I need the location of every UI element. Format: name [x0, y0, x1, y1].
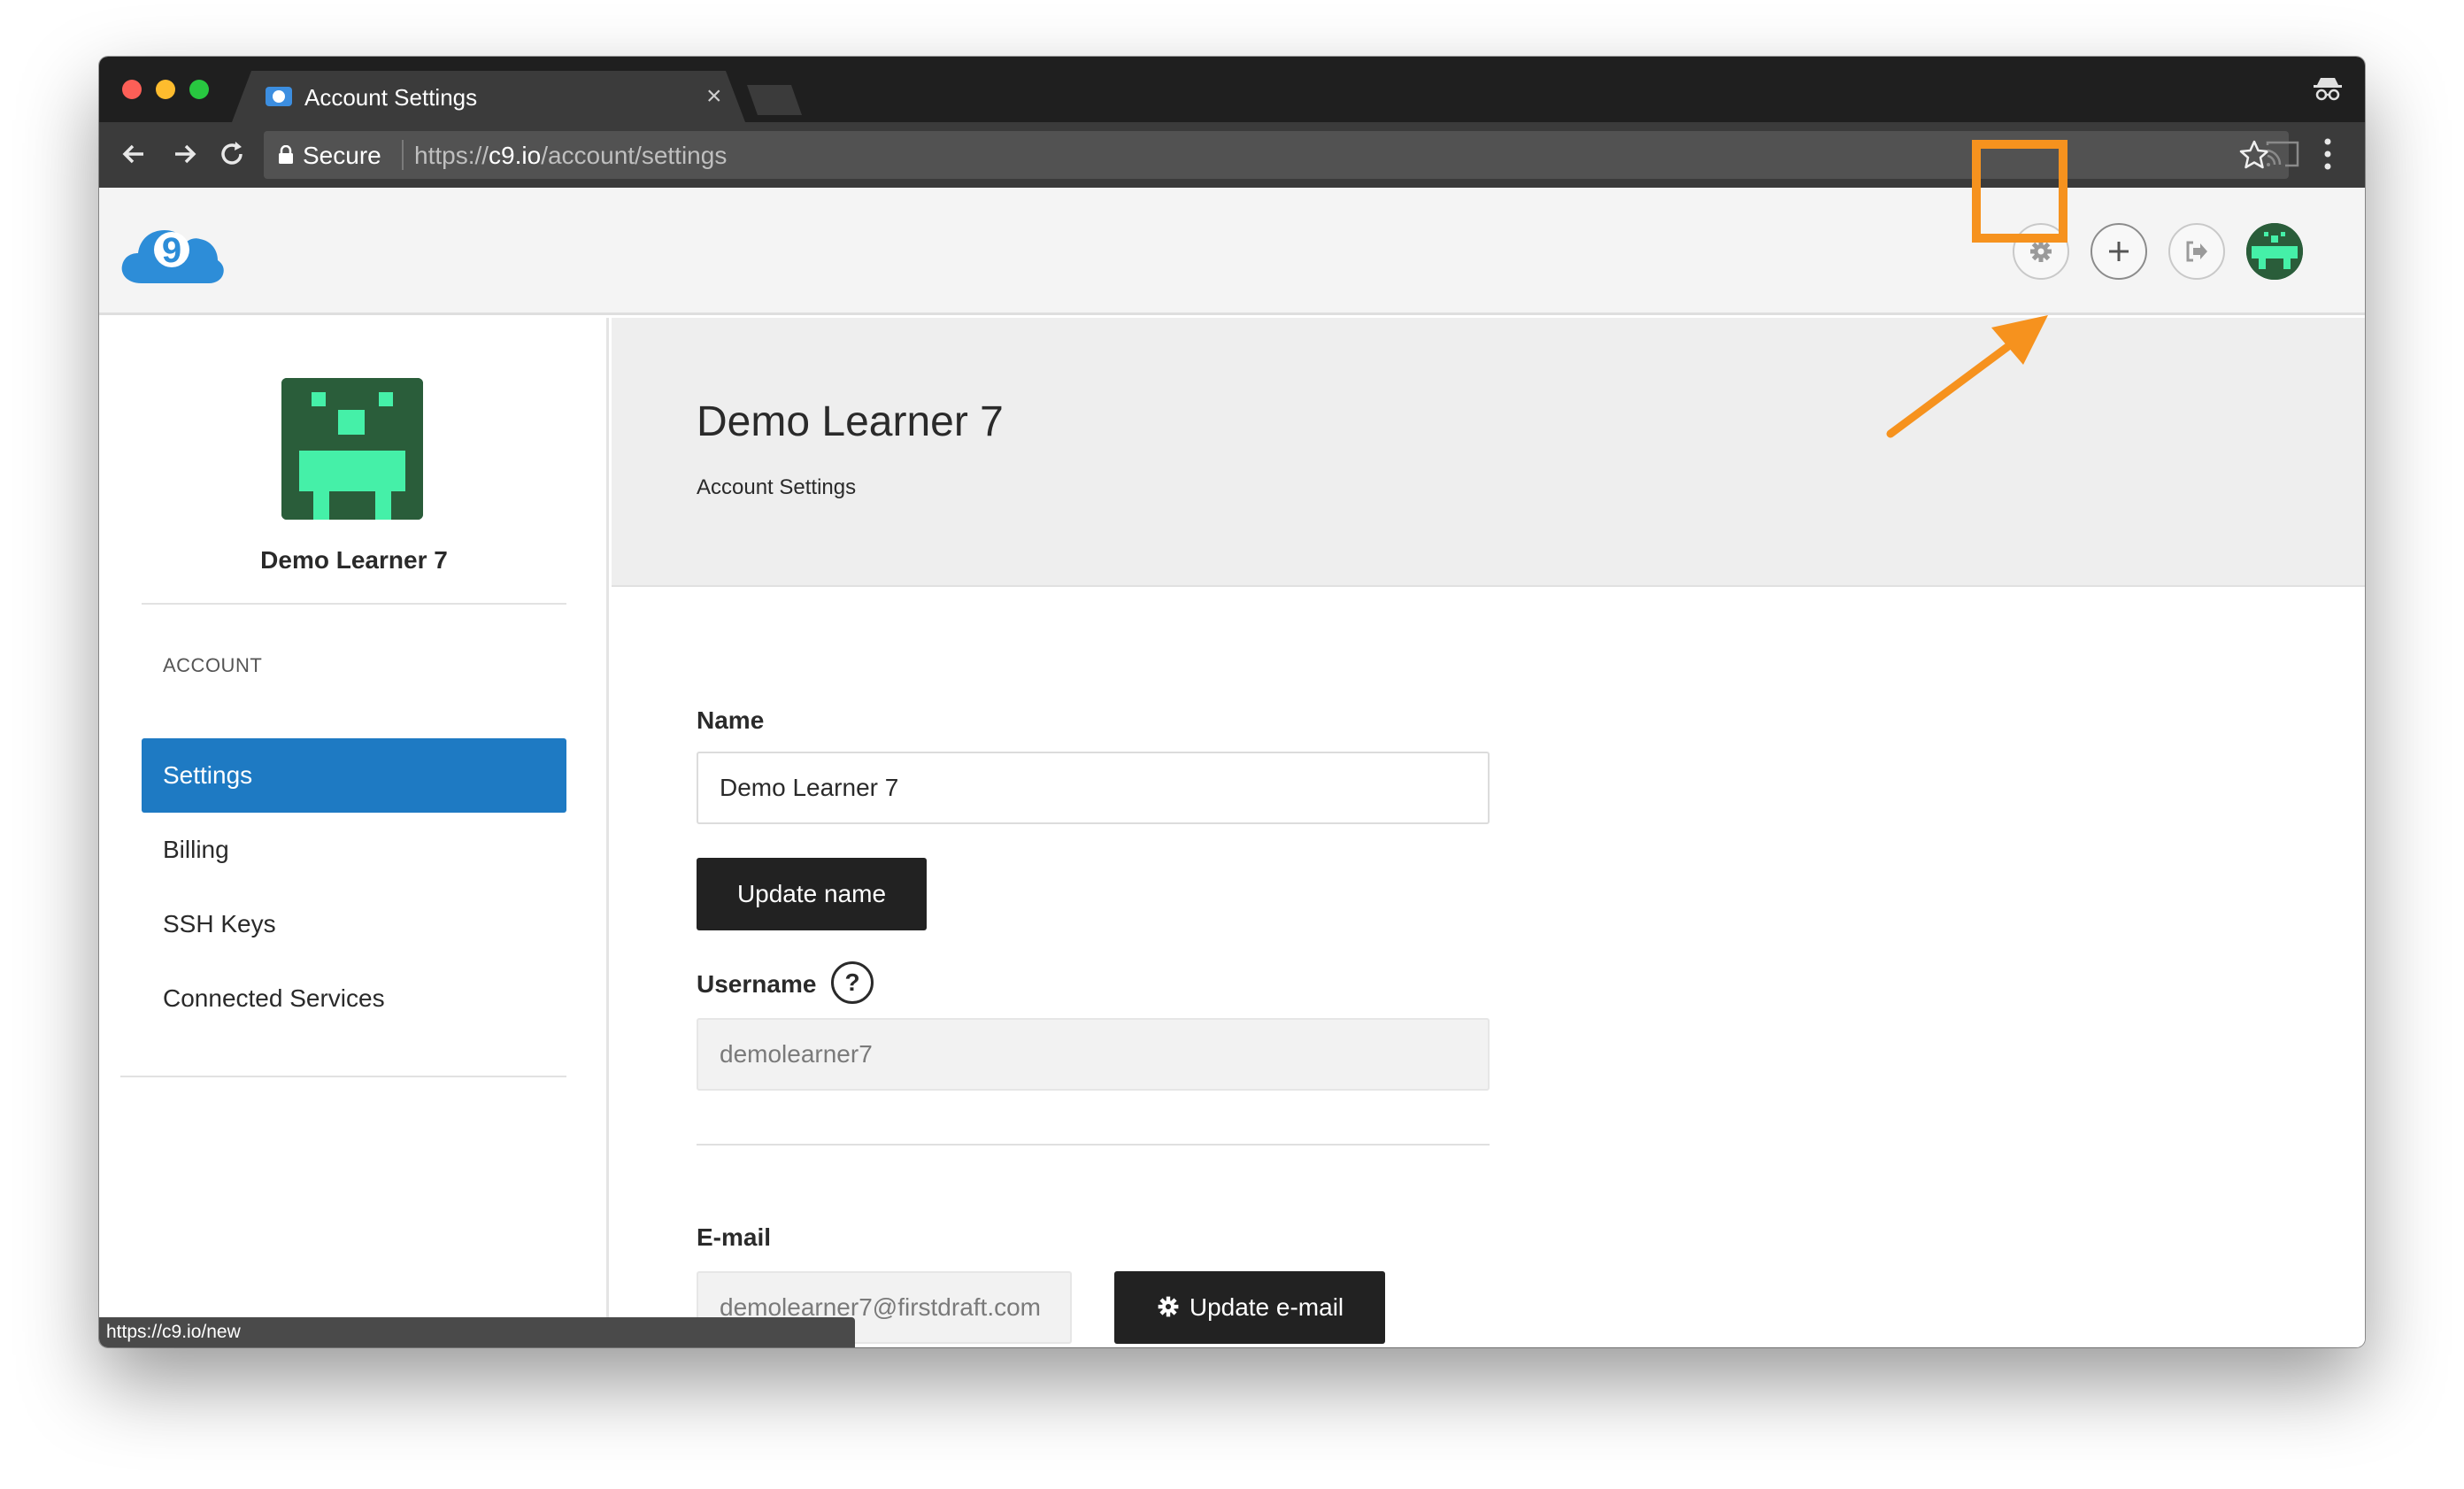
email-label: E-mail [697, 1223, 772, 1251]
new-workspace-button[interactable] [2091, 223, 2147, 280]
avatar-pixel-icon [2246, 223, 2303, 280]
sidebar-item-connected-services[interactable]: Connected Services [142, 961, 566, 1036]
section-label-account: ACCOUNT [163, 654, 263, 676]
url-scheme: https:// [414, 142, 489, 169]
username-field: demolearner7 [697, 1018, 1490, 1091]
svg-text:9: 9 [162, 231, 181, 270]
url-separator [402, 140, 404, 170]
update-name-button[interactable]: Update name [697, 858, 927, 930]
name-input[interactable]: Demo Learner 7 [697, 752, 1490, 824]
divider [120, 1076, 566, 1077]
lock-icon [279, 145, 293, 164]
name-label: Name [697, 706, 765, 734]
status-bar: https://c9.io/new [99, 1317, 855, 1347]
sidebar-item-ssh-keys[interactable]: SSH Keys [142, 887, 566, 961]
url-host: c9.io [489, 142, 542, 169]
sidebar-item-settings[interactable]: Settings [142, 738, 566, 813]
tab-title: Account Settings [304, 84, 478, 111]
update-email-label: Update e-mail [1189, 1293, 1344, 1321]
divider [697, 1144, 1490, 1146]
minimize-window-button[interactable] [156, 80, 175, 99]
sidebar: Demo Learner 7 ACCOUNT Settings Billing … [99, 318, 609, 1347]
url-text: https://c9.io/account/settings [414, 142, 727, 170]
secure-label: Secure [303, 142, 381, 169]
update-email-button[interactable]: Update e-mail [1114, 1271, 1385, 1344]
new-tab-button[interactable] [747, 85, 802, 115]
gear-icon [1158, 1296, 1179, 1317]
browser-window: Account Settings × Secure https://c9.io/… [99, 57, 2365, 1347]
incognito-icon [2314, 78, 2342, 101]
profile-avatar [281, 378, 423, 520]
account-settings-form: Name Demo Learner 7 Update name Username… [612, 588, 2365, 1347]
sidebar-item-billing[interactable]: Billing [142, 813, 566, 887]
cloud9-logo[interactable]: 9 [119, 216, 225, 287]
logout-icon [2186, 241, 2207, 262]
browser-menu-icon[interactable] [2324, 136, 2331, 172]
pixel-avatar-icon [281, 378, 423, 520]
username-label: Username [697, 970, 817, 998]
divider [142, 603, 566, 605]
help-icon[interactable]: ? [831, 961, 874, 1004]
page-subtitle: Account Settings [697, 475, 857, 499]
tab-account-settings[interactable]: Account Settings × [232, 71, 745, 122]
annotation-highlight-box [1972, 140, 2067, 243]
close-window-button[interactable] [122, 80, 142, 99]
cast-icon[interactable] [2266, 140, 2299, 168]
maximize-window-button[interactable] [189, 80, 209, 99]
back-arrow-icon[interactable] [117, 136, 152, 172]
sidebar-user-name: Demo Learner 7 [260, 546, 448, 574]
status-url: https://c9.io/new [106, 1322, 241, 1342]
tab-close-icon[interactable]: × [706, 81, 722, 112]
cloud9-favicon-icon [266, 87, 292, 106]
plus-icon [2109, 242, 2129, 261]
forward-arrow-icon[interactable] [166, 136, 202, 172]
page-hero: Demo Learner 7 Account Settings [612, 318, 2365, 587]
url-path: /account/settings [541, 142, 728, 169]
tab-strip: Account Settings × [99, 57, 2365, 122]
logout-button[interactable] [2168, 223, 2225, 280]
page-title: Demo Learner 7 [697, 398, 1004, 445]
user-avatar[interactable] [2246, 223, 2303, 280]
reload-icon[interactable] [214, 136, 250, 172]
